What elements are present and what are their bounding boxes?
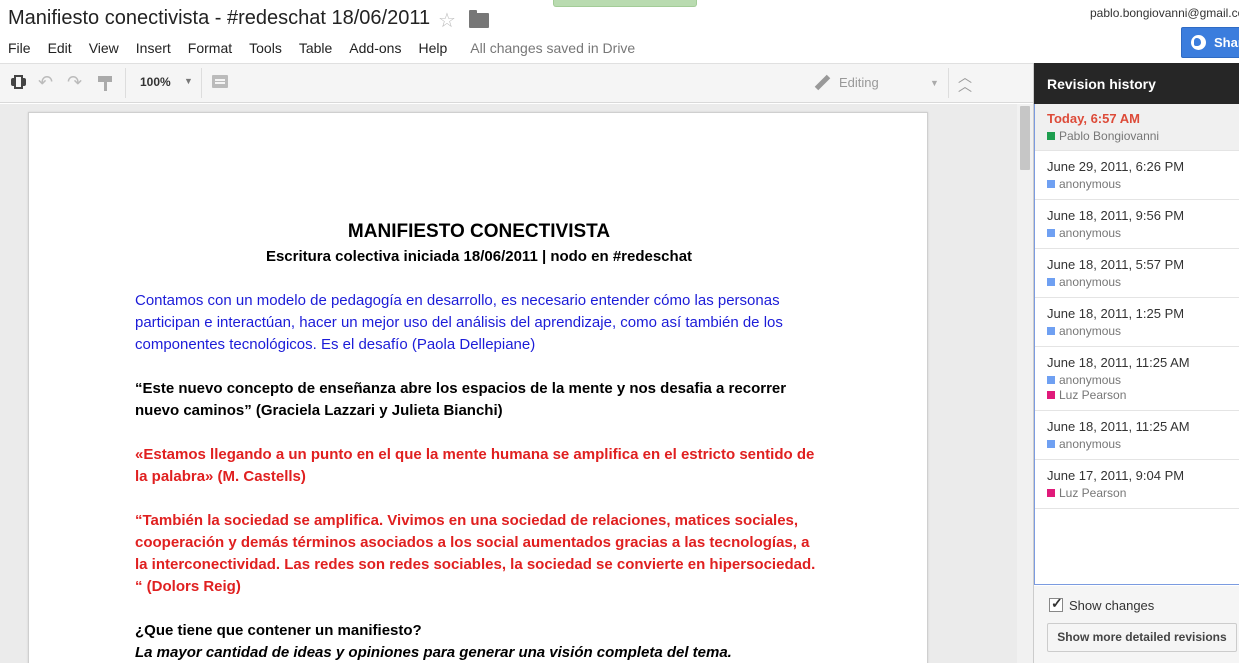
author-color-swatch xyxy=(1047,327,1055,335)
author-name: Pablo Bongiovanni xyxy=(1059,129,1160,143)
pencil-icon[interactable] xyxy=(814,75,830,91)
author-name: anonymous xyxy=(1059,373,1122,387)
toolbar: ↶ ↷ 100% ▼ Editing ▼ ︿ ︿ xyxy=(0,63,1033,103)
save-status[interactable]: All changes saved in Drive xyxy=(470,40,635,56)
revision-author: anonymous xyxy=(1047,437,1239,451)
paint-format-icon[interactable] xyxy=(96,73,116,93)
revision-date: June 18, 2011, 11:25 AM xyxy=(1047,419,1190,434)
chevron-down-icon[interactable]: ▼ xyxy=(930,78,939,88)
revision-item[interactable]: June 18, 2011, 11:25 AM anonymous Luz Pear… xyxy=(1035,347,1239,411)
document-title[interactable]: Manifiesto conectivista - #redeschat 18/… xyxy=(8,7,430,30)
toolbar-divider xyxy=(125,68,126,98)
revision-item[interactable]: June 18, 2011, 11:25 AM anonymous xyxy=(1035,411,1239,460)
author-color-swatch xyxy=(1047,391,1055,399)
share-label: Share xyxy=(1214,35,1239,50)
menu-bar: File Edit View Insert Format Tools Table… xyxy=(0,38,635,58)
scrollbar[interactable] xyxy=(1017,104,1033,663)
menu-tools[interactable]: Tools xyxy=(249,40,282,56)
menu-insert[interactable]: Insert xyxy=(136,40,171,56)
revision-author: anonymous xyxy=(1047,275,1239,289)
author-color-swatch xyxy=(1047,278,1055,286)
doc-subheading: Escritura colectiva iniciada 18/06/2011 … xyxy=(265,248,693,265)
doc-paragraph: «Estamos llegando a un punto en el que l… xyxy=(135,446,815,485)
show-detailed-revisions-button[interactable]: Show more detailed revisions xyxy=(1047,623,1237,652)
author-color-swatch xyxy=(1047,180,1055,188)
check-icon: ✓ xyxy=(1051,595,1063,611)
menu-table[interactable]: Table xyxy=(299,40,332,56)
revision-author: anonymous xyxy=(1047,324,1239,338)
revision-item[interactable]: Today, 6:57 AM Pablo Bongiovanni xyxy=(1035,104,1239,151)
doc-paragraph: “También la sociedad se amplifica. Vivim… xyxy=(135,512,816,595)
zoom-select[interactable]: 100% xyxy=(140,75,171,89)
chevron-down-icon[interactable]: ▼ xyxy=(184,76,193,86)
doc-paragraph: La mayor cantidad de ideas y opiniones p… xyxy=(135,644,732,661)
revision-list: Today, 6:57 AM Pablo Bongiovanni June 29, … xyxy=(1034,104,1239,585)
author-name: anonymous xyxy=(1059,437,1122,451)
author-name: anonymous xyxy=(1059,177,1122,191)
revision-item[interactable]: June 17, 2011, 9:04 PM Luz Pearson xyxy=(1035,460,1239,509)
menu-view[interactable]: View xyxy=(89,40,119,56)
revision-item[interactable]: June 18, 2011, 5:57 PM anonymous xyxy=(1035,249,1239,298)
collapse-icon[interactable]: ︿ ︿ xyxy=(958,70,972,93)
revision-date: Today, 6:57 AM xyxy=(1047,111,1140,126)
revision-date: June 18, 2011, 5:57 PM xyxy=(1047,257,1185,272)
mode-select[interactable]: Editing xyxy=(839,75,879,90)
revision-author: Luz Pearson xyxy=(1047,388,1239,402)
revision-title: Revision history xyxy=(1047,76,1156,92)
notification-tab xyxy=(553,0,697,7)
menu-edit[interactable]: Edit xyxy=(48,40,72,56)
menu-add-ons[interactable]: Add-ons xyxy=(349,40,401,56)
author-name: anonymous xyxy=(1059,275,1122,289)
redo-icon[interactable]: ↷ xyxy=(67,72,87,92)
author-name: Luz Pearson xyxy=(1059,486,1127,500)
menu-help[interactable]: Help xyxy=(418,40,447,56)
revision-date: June 29, 2011, 6:26 PM xyxy=(1047,159,1185,174)
doc-paragraph: ¿Que tiene que contener un manifiesto? xyxy=(135,622,422,639)
revision-author: anonymous xyxy=(1047,373,1239,387)
menu-format[interactable]: Format xyxy=(188,40,232,56)
revision-item[interactable]: June 18, 2011, 9:56 PM anonymous xyxy=(1035,200,1239,249)
doc-paragraph: “Este nuevo concepto de enseñanza abre l… xyxy=(135,380,787,419)
author-color-swatch xyxy=(1047,132,1055,140)
author-name: anonymous xyxy=(1059,226,1122,240)
revision-item[interactable]: June 29, 2011, 6:26 PM anonymous xyxy=(1035,151,1239,200)
folder-icon[interactable] xyxy=(469,10,489,28)
user-email[interactable]: pablo.bongiovanni@gmail.com xyxy=(1090,6,1239,20)
document-canvas: MANIFIESTO CONECTIVISTA Escritura colect… xyxy=(0,104,1033,663)
author-color-swatch xyxy=(1047,376,1055,384)
doc-paragraph: Contamos con un modelo de pedagogía en d… xyxy=(135,292,783,353)
author-color-swatch xyxy=(1047,489,1055,497)
show-changes-label[interactable]: Show changes xyxy=(1069,598,1154,613)
title-bar: Manifiesto conectivista - #redeschat 18/… xyxy=(0,0,1239,58)
author-color-swatch xyxy=(1047,440,1055,448)
print-icon[interactable] xyxy=(9,73,29,93)
author-color-swatch xyxy=(1047,229,1055,237)
revision-history-panel: Revision history Today, 6:57 AM Pablo Bon… xyxy=(1033,63,1239,663)
author-name: Luz Pearson xyxy=(1059,388,1127,402)
revision-footer: ✓ Show changes Show more detailed revisi… xyxy=(1034,586,1239,663)
revision-author: anonymous xyxy=(1047,226,1239,240)
show-changes-checkbox[interactable]: ✓ xyxy=(1049,595,1063,612)
toolbar-divider xyxy=(948,68,949,98)
revision-date: June 18, 2011, 11:25 AM xyxy=(1047,355,1190,370)
menu-file[interactable]: File xyxy=(8,40,31,56)
author-name: anonymous xyxy=(1059,324,1122,338)
revision-date: June 18, 2011, 9:56 PM xyxy=(1047,208,1185,223)
revision-date: June 17, 2011, 9:04 PM xyxy=(1047,468,1185,483)
share-button[interactable]: Share xyxy=(1181,27,1239,58)
revision-author: anonymous xyxy=(1047,177,1239,191)
revision-header: Revision history xyxy=(1034,63,1239,104)
doc-heading: MANIFIESTO CONECTIVISTA xyxy=(347,221,611,242)
comment-icon[interactable] xyxy=(211,73,231,93)
toolbar-divider xyxy=(201,68,202,98)
revision-author: Luz Pearson xyxy=(1047,486,1239,500)
star-icon[interactable]: ☆ xyxy=(438,8,456,33)
revision-date: June 18, 2011, 1:25 PM xyxy=(1047,306,1185,321)
revision-author: Pablo Bongiovanni xyxy=(1047,129,1239,143)
revision-item[interactable]: June 18, 2011, 1:25 PM anonymous xyxy=(1035,298,1239,347)
scrollbar-thumb[interactable] xyxy=(1020,106,1030,170)
globe-icon xyxy=(1191,35,1206,50)
document-page[interactable]: MANIFIESTO CONECTIVISTA Escritura colect… xyxy=(28,112,928,663)
undo-icon[interactable]: ↶ xyxy=(38,72,58,92)
